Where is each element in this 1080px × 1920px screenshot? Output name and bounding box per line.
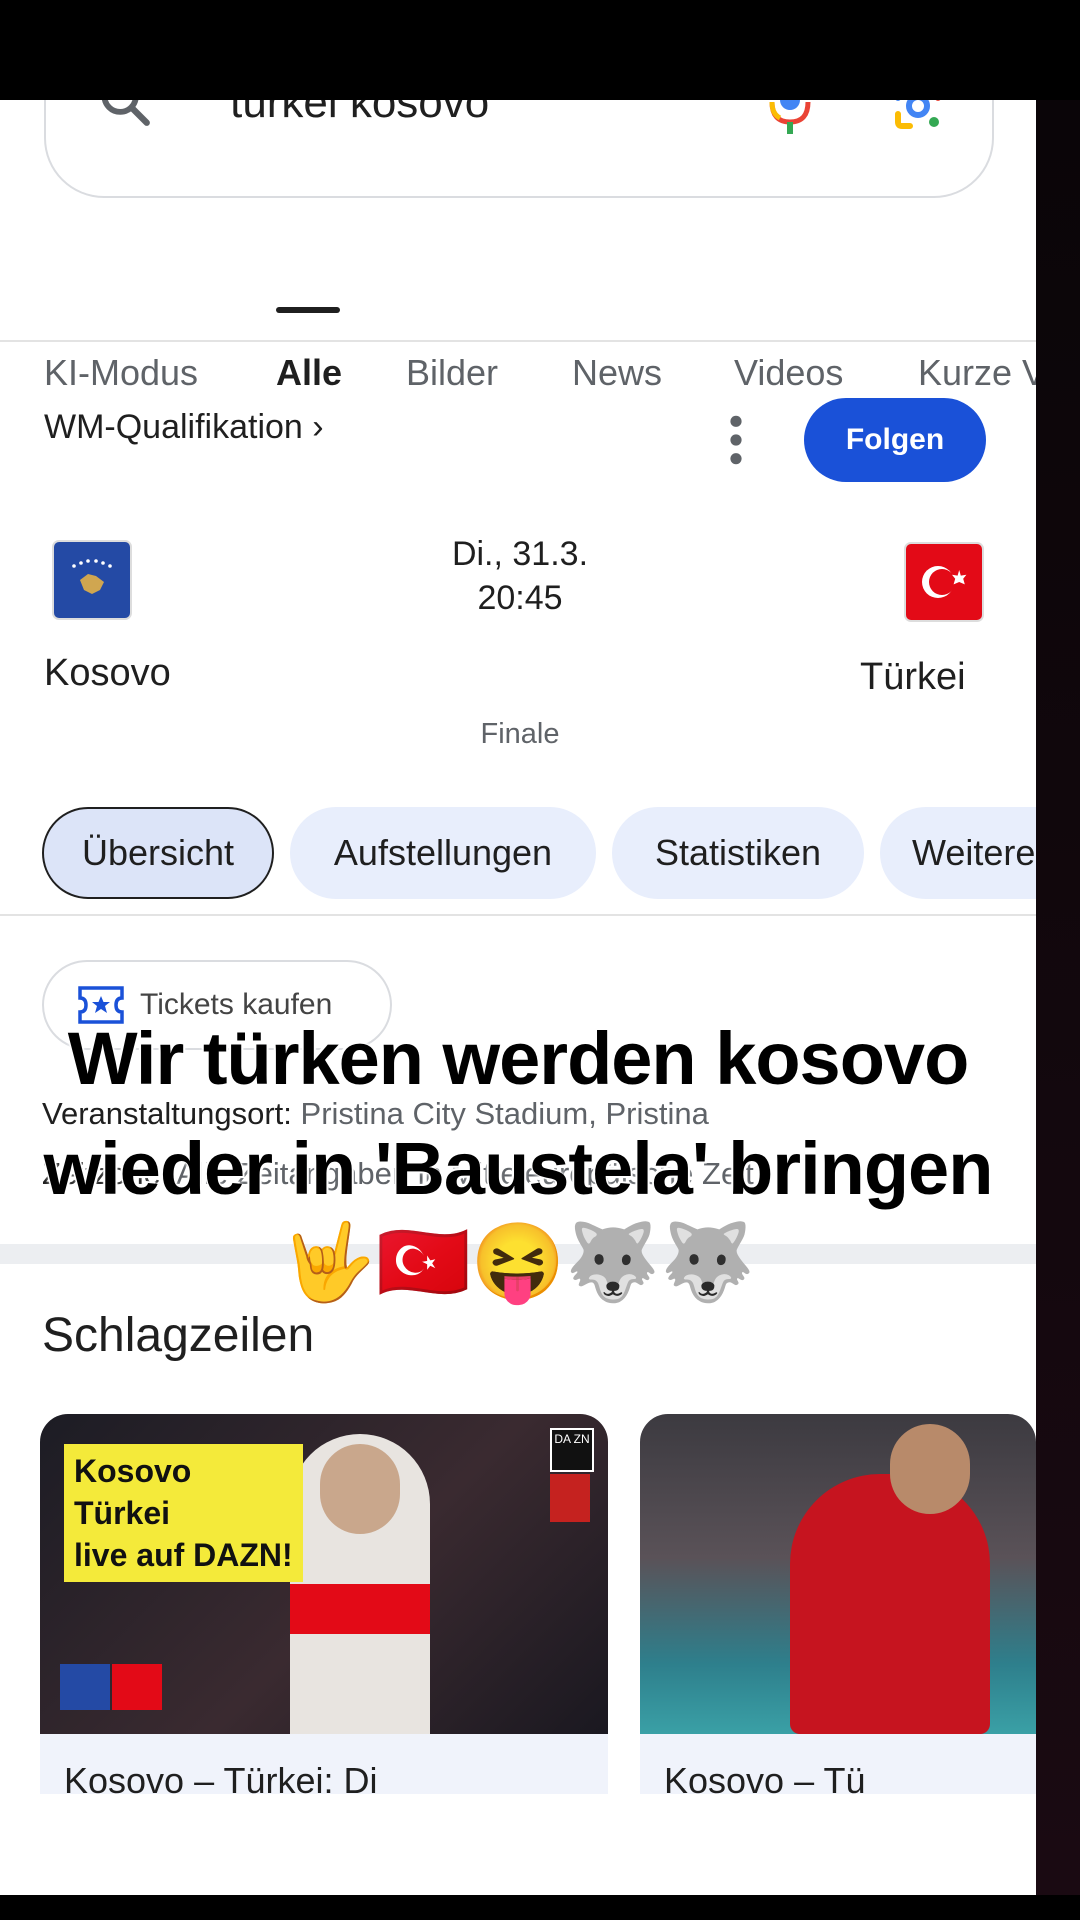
match-date: Di., 31.3. bbox=[451, 535, 589, 573]
celebrating-player-image bbox=[790, 1474, 990, 1734]
screen-edge-bar bbox=[1036, 100, 1080, 1895]
tab-videos[interactable]: Videos bbox=[734, 352, 843, 394]
active-tab-indicator bbox=[276, 307, 340, 313]
kosovo-flag-icon bbox=[52, 540, 132, 620]
follow-button[interactable]: Folgen bbox=[804, 398, 986, 482]
chip-aufstellungen[interactable]: Aufstellungen bbox=[290, 807, 596, 899]
kosovo-mini-flag bbox=[60, 1664, 110, 1710]
google-lens-icon[interactable] bbox=[890, 100, 946, 134]
news-card-1-caption: Kosovo – Türkei: Di bbox=[64, 1760, 378, 1794]
fifa-qual-logo bbox=[550, 1474, 590, 1522]
chip-uebersicht[interactable]: Übersicht bbox=[42, 807, 274, 899]
competition-link[interactable]: WM-Qualifikation › bbox=[44, 408, 324, 447]
dazn-badge: Kosovo Türkei live auf DAZN! bbox=[64, 1444, 303, 1582]
badge-line-1: Kosovo bbox=[74, 1453, 192, 1489]
badge-line-2: Türkei bbox=[74, 1495, 171, 1531]
home-team-name: Kosovo bbox=[44, 652, 171, 694]
microphone-icon[interactable] bbox=[768, 100, 812, 138]
chip-statistiken[interactable]: Statistiken bbox=[612, 807, 864, 899]
chip-weitere[interactable]: Weitere bbox=[880, 807, 1036, 899]
badge-line-3: live auf DAZN! bbox=[74, 1537, 293, 1573]
tab-ki-modus[interactable]: KI-Modus bbox=[44, 352, 198, 394]
news-card-1[interactable]: Kosovo Türkei live auf DAZN! DA ZN bbox=[40, 1414, 608, 1734]
headlines-title: Schlagzeilen bbox=[42, 1309, 315, 1362]
tab-news[interactable]: News bbox=[572, 352, 662, 394]
overlay-emojis: 🤟🇹🇷😝🐺🐺 bbox=[281, 1220, 755, 1305]
dazn-logo: DA ZN bbox=[550, 1428, 594, 1472]
tab-bilder[interactable]: Bilder bbox=[406, 352, 498, 394]
tab-kurze-videos[interactable]: Kurze V bbox=[918, 352, 1036, 394]
news-card-2[interactable] bbox=[640, 1414, 1036, 1734]
match-time: 20:45 bbox=[477, 579, 563, 617]
overlay-caption-line2: wieder in 'Baustela' bringen bbox=[43, 1127, 994, 1210]
search-tabs: KI-Modus Alle Bilder News Videos Kurze V bbox=[0, 250, 1036, 393]
player-head bbox=[320, 1444, 400, 1534]
search-icon bbox=[101, 100, 150, 126]
bottom-navigation: 3 bbox=[0, 1885, 1036, 1895]
celebrating-player-head bbox=[890, 1424, 970, 1514]
jersey-stripe bbox=[290, 1584, 430, 1634]
match-stage: Finale bbox=[480, 718, 560, 750]
search-input[interactable]: türkei kosovo bbox=[230, 100, 489, 128]
search-bar[interactable]: türkei kosovo bbox=[44, 100, 994, 198]
overlay-caption-line1: Wir türken werden kosovo bbox=[67, 1017, 970, 1100]
tab-alle[interactable]: Alle bbox=[276, 352, 342, 394]
turkey-mini-flag bbox=[112, 1664, 162, 1710]
news-card-1-caption-area[interactable]: Kosovo – Türkei: Di bbox=[40, 1734, 608, 1794]
away-team-name: Türkei bbox=[860, 656, 966, 698]
turkey-flag-icon bbox=[904, 542, 984, 622]
match-datetime: Di., 31.3. 20:45 bbox=[420, 532, 620, 620]
search-results-page: türkei kosovo KI-Modus Alle Bilder News … bbox=[0, 100, 1036, 1895]
news-card-2-caption-area[interactable]: Kosovo – Tü bbox=[640, 1734, 1036, 1794]
news-card-2-caption: Kosovo – Tü bbox=[664, 1760, 866, 1794]
divider bbox=[0, 914, 1036, 916]
more-options-icon[interactable] bbox=[722, 412, 750, 468]
